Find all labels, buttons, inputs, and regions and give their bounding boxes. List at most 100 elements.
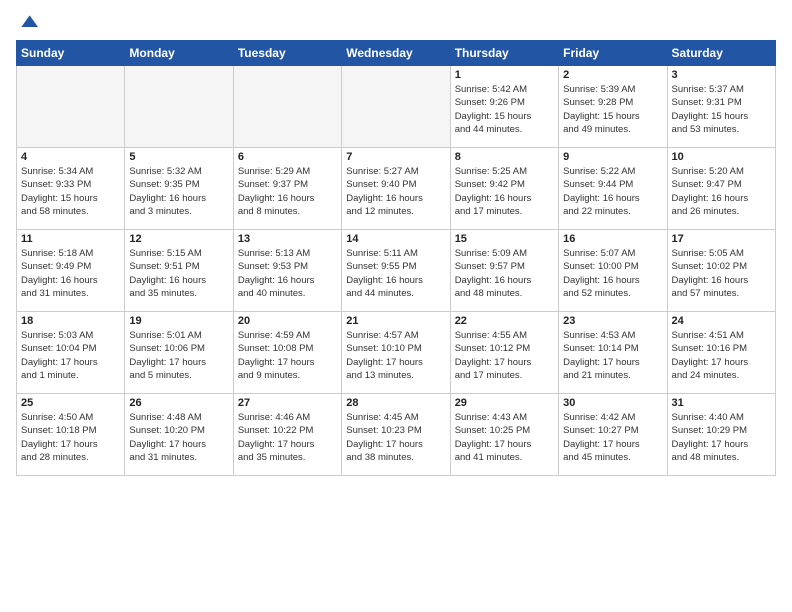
- calendar-cell: 23 Sunrise: 4:53 AM Sunset: 10:14 PM Dayl…: [559, 312, 667, 394]
- calendar-cell: 17Sunrise: 5:05 AM Sunset: 10:02 PM Dayl…: [667, 230, 775, 312]
- calendar-cell: 6Sunrise: 5:29 AM Sunset: 9:37 PM Daylig…: [233, 148, 341, 230]
- day-number: 9: [563, 151, 662, 163]
- day-number: 27: [238, 397, 337, 409]
- calendar-cell: 19 Sunrise: 5:01 AM Sunset: 10:06 PM Dayl…: [125, 312, 233, 394]
- day-number: 3: [672, 69, 771, 81]
- day-detail: Sunrise: 4:43 AM Sunset: 10:25 PM Daylig…: [455, 411, 554, 464]
- day-detail: Sunrise: 5:29 AM Sunset: 9:37 PM Dayligh…: [238, 165, 337, 218]
- day-detail: Sunrise: 5:15 AM Sunset: 9:51 PM Dayligh…: [129, 247, 228, 300]
- weekday-header-row: SundayMondayTuesdayWednesdayThursdayFrid…: [17, 41, 776, 66]
- calendar-week-2: 11Sunrise: 5:18 AM Sunset: 9:49 PM Dayli…: [17, 230, 776, 312]
- day-detail: Sunrise: 4:57 AM Sunset: 10:10 PM Daylig…: [346, 329, 445, 382]
- calendar-week-3: 18Sunrise: 5:03 AM Sunset: 10:04 PM Dayl…: [17, 312, 776, 394]
- day-detail: Sunrise: 5:34 AM Sunset: 9:33 PM Dayligh…: [21, 165, 120, 218]
- day-detail: Sunrise: 4:55 AM Sunset: 10:12 PM Daylig…: [455, 329, 554, 382]
- calendar-cell: 24 Sunrise: 4:51 AM Sunset: 10:16 PM Dayl…: [667, 312, 775, 394]
- calendar-cell: 20 Sunrise: 4:59 AM Sunset: 10:08 PM Dayl…: [233, 312, 341, 394]
- day-number: 5: [129, 151, 228, 163]
- day-detail: Sunrise: 5:22 AM Sunset: 9:44 PM Dayligh…: [563, 165, 662, 218]
- day-detail: Sunrise: 4:48 AM Sunset: 10:20 PM Daylig…: [129, 411, 228, 464]
- calendar-cell: 9 Sunrise: 5:22 AM Sunset: 9:44 PM Daylig…: [559, 148, 667, 230]
- day-number: 14: [346, 233, 445, 245]
- calendar-week-4: 25 Sunrise: 4:50 AM Sunset: 10:18 PM Dayl…: [17, 394, 776, 476]
- day-detail: Sunrise: 5:27 AM Sunset: 9:40 PM Dayligh…: [346, 165, 445, 218]
- calendar-cell: 29 Sunrise: 4:43 AM Sunset: 10:25 PM Dayl…: [450, 394, 558, 476]
- day-detail: Sunrise: 4:50 AM Sunset: 10:18 PM Daylig…: [21, 411, 120, 464]
- day-number: 18: [21, 315, 120, 327]
- day-number: 30: [563, 397, 662, 409]
- weekday-header-tuesday: Tuesday: [233, 41, 341, 66]
- calendar-cell: 15 Sunrise: 5:09 AM Sunset: 9:57 PM Dayli…: [450, 230, 558, 312]
- day-detail: Sunrise: 4:40 AM Sunset: 10:29 PM Daylig…: [672, 411, 771, 464]
- calendar-cell: 14 Sunrise: 5:11 AM Sunset: 9:55 PM Dayli…: [342, 230, 450, 312]
- calendar-week-1: 4 Sunrise: 5:34 AM Sunset: 9:33 PM Daylig…: [17, 148, 776, 230]
- day-number: 19: [129, 315, 228, 327]
- calendar-cell: 8 Sunrise: 5:25 AM Sunset: 9:42 PM Daylig…: [450, 148, 558, 230]
- day-detail: Sunrise: 5:11 AM Sunset: 9:55 PM Dayligh…: [346, 247, 445, 300]
- day-number: 4: [21, 151, 120, 163]
- calendar-cell: 12Sunrise: 5:15 AM Sunset: 9:51 PM Dayli…: [125, 230, 233, 312]
- day-detail: Sunrise: 5:01 AM Sunset: 10:06 PM Daylig…: [129, 329, 228, 382]
- calendar-cell: 3Sunrise: 5:37 AM Sunset: 9:31 PM Daylig…: [667, 66, 775, 148]
- day-number: 13: [238, 233, 337, 245]
- calendar-cell: [342, 66, 450, 148]
- weekday-header-sunday: Sunday: [17, 41, 125, 66]
- day-number: 20: [238, 315, 337, 327]
- day-detail: Sunrise: 5:32 AM Sunset: 9:35 PM Dayligh…: [129, 165, 228, 218]
- calendar-table: SundayMondayTuesdayWednesdayThursdayFrid…: [16, 40, 776, 476]
- day-number: 15: [455, 233, 554, 245]
- day-detail: Sunrise: 4:51 AM Sunset: 10:16 PM Daylig…: [672, 329, 771, 382]
- calendar-cell: 18Sunrise: 5:03 AM Sunset: 10:04 PM Dayl…: [17, 312, 125, 394]
- weekday-header-saturday: Saturday: [667, 41, 775, 66]
- day-detail: Sunrise: 5:07 AM Sunset: 10:00 PM Daylig…: [563, 247, 662, 300]
- day-detail: Sunrise: 4:59 AM Sunset: 10:08 PM Daylig…: [238, 329, 337, 382]
- calendar-cell: 1Sunrise: 5:42 AM Sunset: 9:26 PM Daylig…: [450, 66, 558, 148]
- calendar-cell: [17, 66, 125, 148]
- calendar-cell: 5 Sunrise: 5:32 AM Sunset: 9:35 PM Daylig…: [125, 148, 233, 230]
- calendar-cell: 16 Sunrise: 5:07 AM Sunset: 10:00 PM Dayl…: [559, 230, 667, 312]
- day-number: 21: [346, 315, 445, 327]
- day-number: 23: [563, 315, 662, 327]
- calendar-week-0: 1Sunrise: 5:42 AM Sunset: 9:26 PM Daylig…: [17, 66, 776, 148]
- calendar-cell: [125, 66, 233, 148]
- calendar-cell: 13Sunrise: 5:13 AM Sunset: 9:53 PM Dayli…: [233, 230, 341, 312]
- day-detail: Sunrise: 4:53 AM Sunset: 10:14 PM Daylig…: [563, 329, 662, 382]
- day-number: 16: [563, 233, 662, 245]
- day-detail: Sunrise: 5:20 AM Sunset: 9:47 PM Dayligh…: [672, 165, 771, 218]
- calendar-cell: 30Sunrise: 4:42 AM Sunset: 10:27 PM Dayl…: [559, 394, 667, 476]
- header: [16, 12, 776, 32]
- calendar-cell: 4 Sunrise: 5:34 AM Sunset: 9:33 PM Daylig…: [17, 148, 125, 230]
- calendar-cell: [233, 66, 341, 148]
- calendar-cell: 28Sunrise: 4:45 AM Sunset: 10:23 PM Dayl…: [342, 394, 450, 476]
- day-number: 28: [346, 397, 445, 409]
- logo: [16, 12, 38, 32]
- day-number: 1: [455, 69, 554, 81]
- day-number: 10: [672, 151, 771, 163]
- logo-icon: [18, 12, 38, 32]
- day-detail: Sunrise: 5:09 AM Sunset: 9:57 PM Dayligh…: [455, 247, 554, 300]
- day-number: 22: [455, 315, 554, 327]
- day-detail: Sunrise: 5:25 AM Sunset: 9:42 PM Dayligh…: [455, 165, 554, 218]
- calendar-cell: 2 Sunrise: 5:39 AM Sunset: 9:28 PM Daylig…: [559, 66, 667, 148]
- day-number: 2: [563, 69, 662, 81]
- calendar-cell: 21 Sunrise: 4:57 AM Sunset: 10:10 PM Dayl…: [342, 312, 450, 394]
- day-number: 31: [672, 397, 771, 409]
- page: SundayMondayTuesdayWednesdayThursdayFrid…: [0, 0, 792, 484]
- logo-text: [16, 12, 38, 32]
- weekday-header-friday: Friday: [559, 41, 667, 66]
- day-number: 7: [346, 151, 445, 163]
- weekday-header-monday: Monday: [125, 41, 233, 66]
- calendar-cell: 22 Sunrise: 4:55 AM Sunset: 10:12 PM Dayl…: [450, 312, 558, 394]
- calendar-cell: 11Sunrise: 5:18 AM Sunset: 9:49 PM Dayli…: [17, 230, 125, 312]
- day-number: 8: [455, 151, 554, 163]
- day-number: 29: [455, 397, 554, 409]
- day-number: 25: [21, 397, 120, 409]
- weekday-header-thursday: Thursday: [450, 41, 558, 66]
- calendar-cell: 25 Sunrise: 4:50 AM Sunset: 10:18 PM Dayl…: [17, 394, 125, 476]
- day-number: 11: [21, 233, 120, 245]
- calendar-cell: 10 Sunrise: 5:20 AM Sunset: 9:47 PM Dayli…: [667, 148, 775, 230]
- day-detail: Sunrise: 5:39 AM Sunset: 9:28 PM Dayligh…: [563, 83, 662, 136]
- day-number: 17: [672, 233, 771, 245]
- day-number: 24: [672, 315, 771, 327]
- calendar-cell: 27Sunrise: 4:46 AM Sunset: 10:22 PM Dayl…: [233, 394, 341, 476]
